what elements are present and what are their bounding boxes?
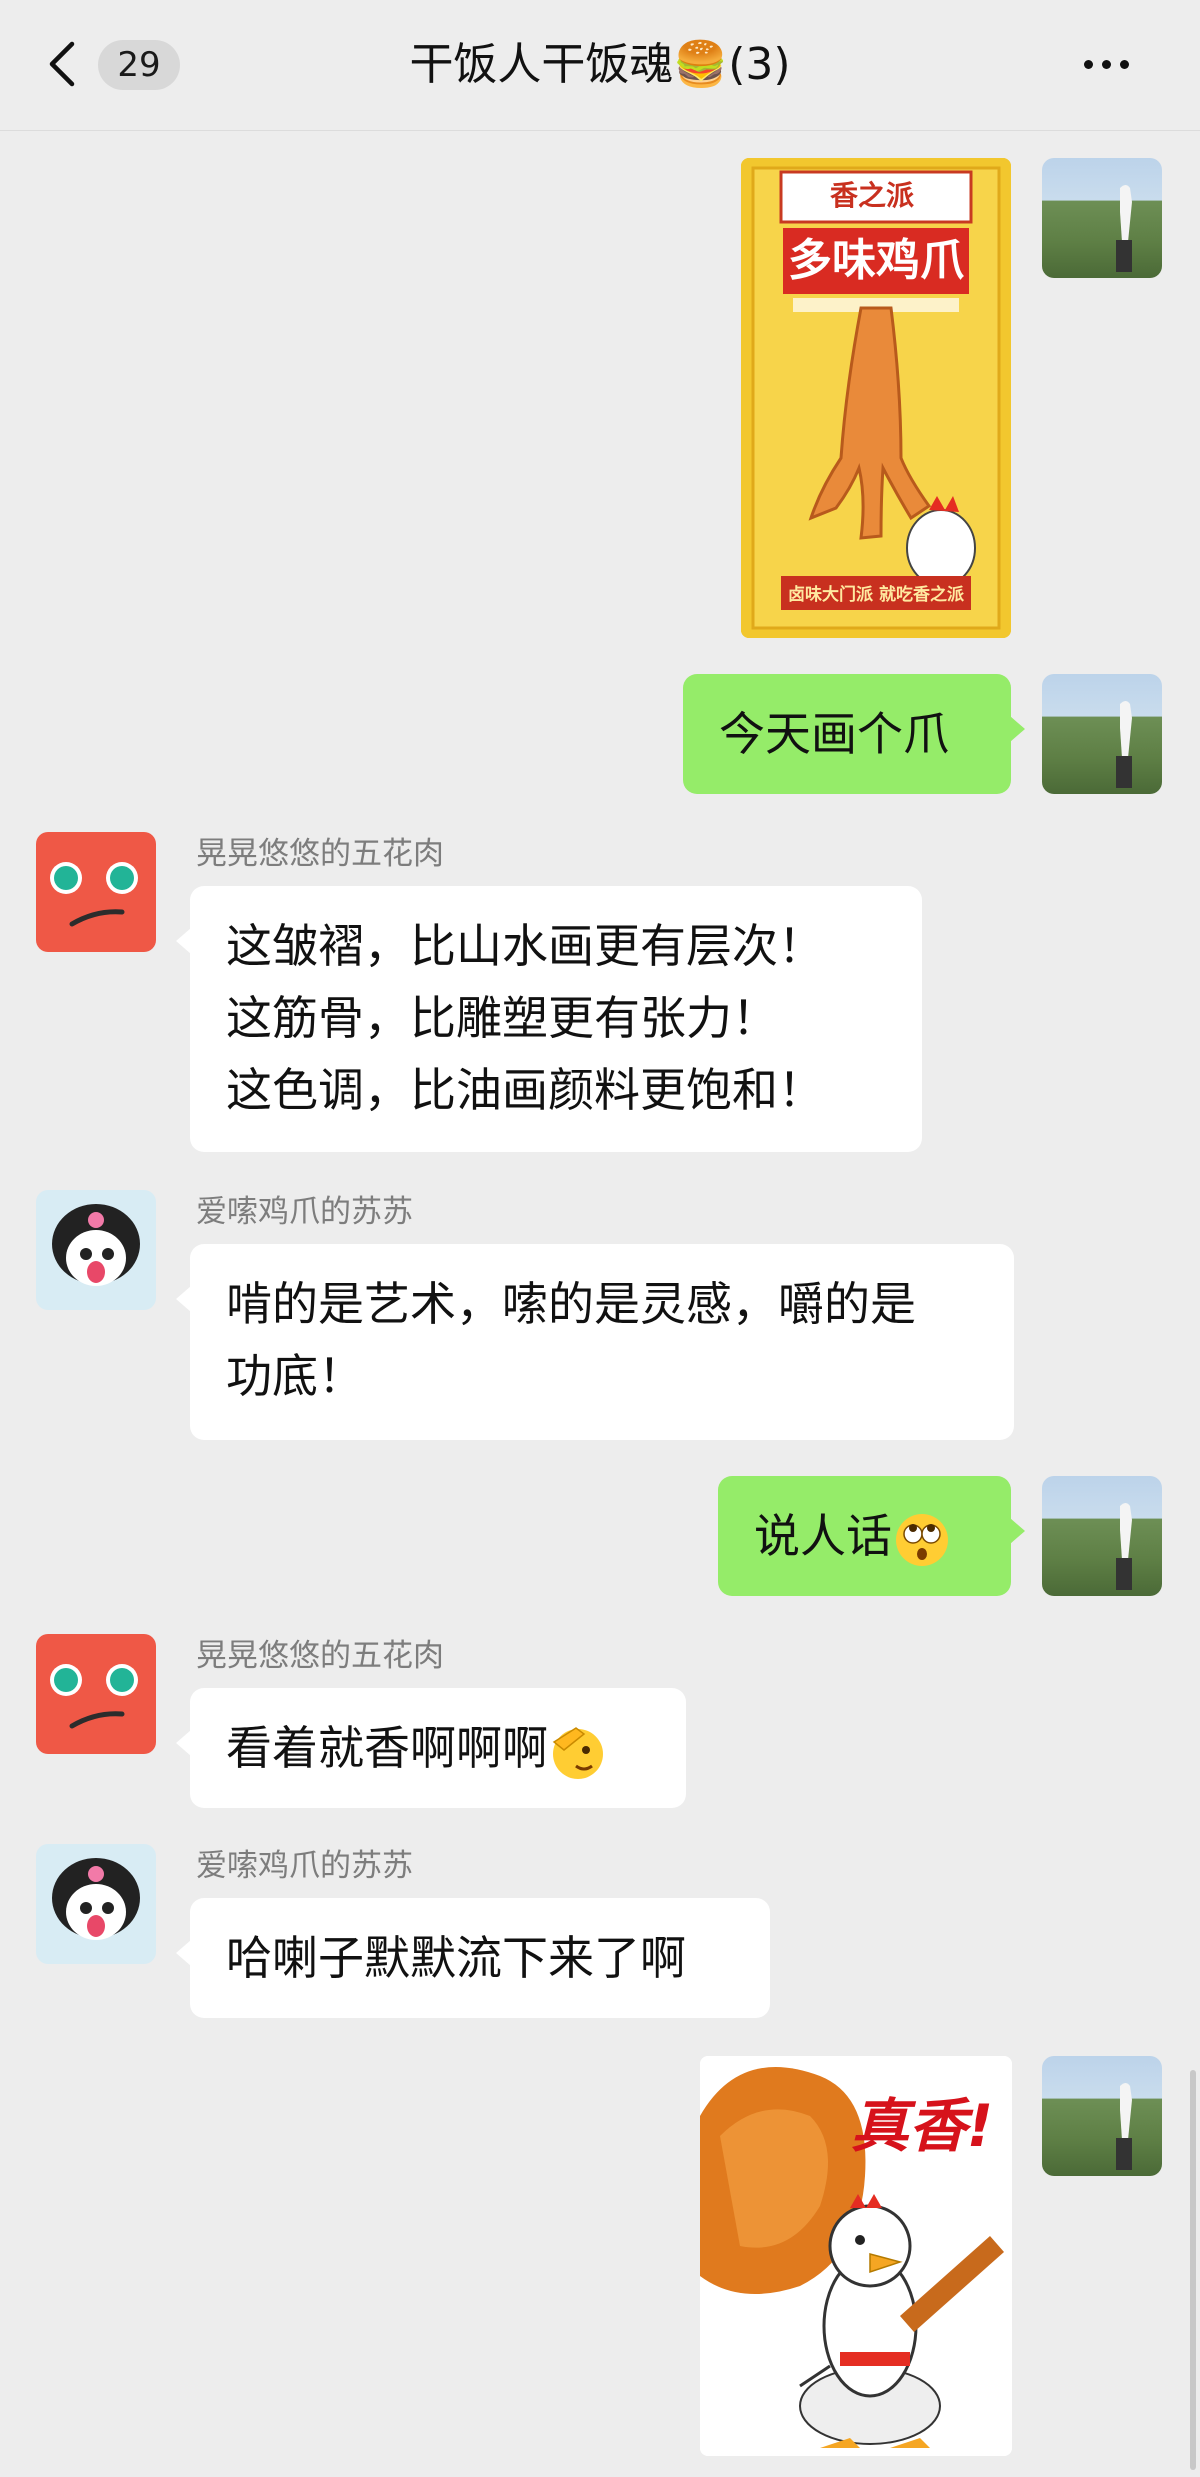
my-avatar[interactable] <box>1042 674 1162 794</box>
member-avatar-susu[interactable] <box>36 1844 156 1964</box>
eyes-rolling-emoji <box>896 1513 948 1566</box>
message-line: 这色调，比油画颜料更饱和！ <box>226 1063 824 1117</box>
my-avatar[interactable] <box>1042 2056 1162 2176</box>
chicken-feet-slogan-text: 卤味大门派 就吃香之派 <box>788 585 964 605</box>
chat-title: 干饭人干饭魂🍔(3) <box>409 39 791 90</box>
sender-name: 爱嗦鸡爪的苏苏 <box>196 1194 413 1230</box>
my-avatar[interactable] <box>1042 1476 1162 1596</box>
unread-count-badge[interactable]: 29 <box>98 40 180 90</box>
more-options-icon[interactable] <box>1084 54 1144 74</box>
sender-name: 晃晃悠悠的五花肉 <box>196 836 444 872</box>
chat-header: 29 干饭人干饭魂🍔(3) <box>0 0 1200 131</box>
message-bubble[interactable]: 这皱褶，比山水画更有层次！ 这筋骨，比雕塑更有张力！ 这色调，比油画颜料更饱和！ <box>176 886 922 1152</box>
my-avatar[interactable] <box>1042 158 1162 278</box>
sticker-caption-text: 真香! <box>850 2092 994 2160</box>
message-bubble[interactable]: 说人话 <box>718 1476 1025 1596</box>
chicken-feet-brand-text: 香之派 <box>829 179 914 212</box>
sender-name: 晃晃悠悠的五花肉 <box>196 1638 444 1674</box>
message-bubble[interactable]: 哈喇子默默流下来了啊 <box>176 1898 770 2018</box>
message-text: 今天画个爪 <box>719 707 949 761</box>
sender-name: 爱嗦鸡爪的苏苏 <box>196 1848 413 1884</box>
message-text: 哈喇子默默流下来了啊 <box>226 1931 686 1985</box>
message-line: 功底！ <box>226 1349 364 1403</box>
salute-emoji <box>552 1726 603 1779</box>
message-line: 这筋骨，比雕塑更有张力！ <box>226 991 778 1045</box>
member-avatar-wuhuarou[interactable] <box>36 1634 156 1754</box>
message-line: 这皱褶，比山水画更有层次！ <box>226 919 824 973</box>
member-avatar-wuhuarou[interactable] <box>36 832 156 952</box>
scrollbar[interactable] <box>1190 2070 1196 2470</box>
member-avatar-susu[interactable] <box>36 1190 156 1310</box>
message-text: 说人话 <box>754 1509 892 1563</box>
message-line: 啃的是艺术，嗦的是灵感，嚼的是 <box>226 1277 916 1331</box>
message-text: 看着就香啊啊啊 <box>226 1721 548 1775</box>
message-bubble[interactable]: 看着就香啊啊啊 <box>176 1688 686 1808</box>
message-bubble[interactable]: 啃的是艺术，嗦的是灵感，嚼的是 功底！ <box>176 1244 1014 1440</box>
back-arrow-icon[interactable] <box>44 40 80 88</box>
message-bubble[interactable]: 今天画个爪 <box>683 674 1025 794</box>
chicken-feet-product-text: 多味鸡爪 <box>788 235 964 286</box>
